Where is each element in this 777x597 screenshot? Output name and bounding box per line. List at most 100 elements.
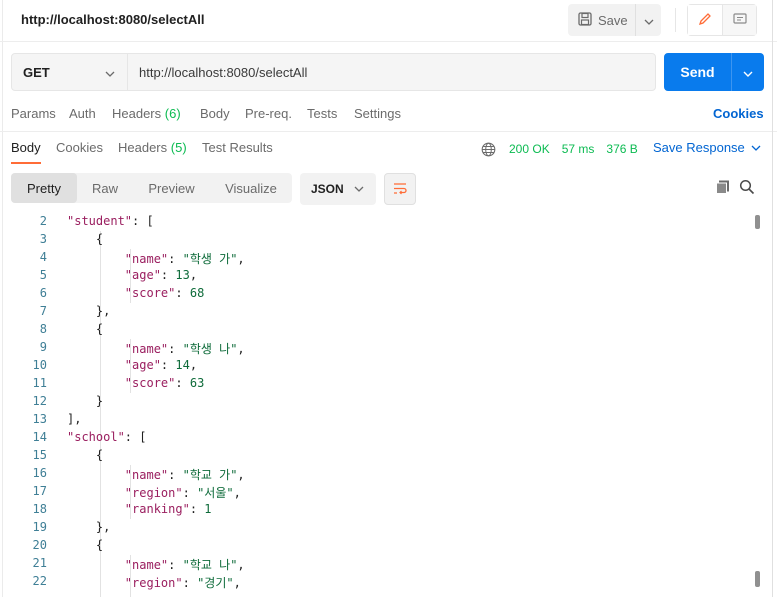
response-body-editor[interactable]: 2 "student": [3 {4 "name": "학생 가", 5 "age"… [0,213,777,597]
scrollbar-thumb-bottom[interactable] [755,571,760,587]
response-status-area: 200 OK 57 ms 376 B [481,140,638,158]
copy-icon[interactable] [715,179,731,195]
code-text: "name": "학생 가", [124,252,245,266]
response-tab-test-results[interactable]: Test Results [202,140,273,155]
line-number: 21 [32,556,47,570]
wrap-lines-button[interactable] [384,173,416,205]
code-text: "ranking": 1 [124,502,212,516]
search-icon[interactable] [739,179,755,195]
chevron-down-icon [354,186,364,192]
line-number: 3 [39,232,47,246]
scrollbar-thumb-top[interactable] [755,215,760,229]
code-text: ], [67,412,82,426]
code-line: 11 "score": 63 [0,376,760,394]
status-code[interactable]: 200 OK [509,142,550,156]
response-tab-body[interactable]: Body [11,140,41,155]
code-line: 16 "name": "학교 가", [0,466,760,484]
code-text: { [95,232,104,246]
tab-auth[interactable]: Auth [69,106,96,121]
response-time[interactable]: 57 ms [562,142,595,156]
send-options-button[interactable] [731,53,764,91]
response-tab-headers-label: Headers [118,140,168,155]
code-line: 5 "age": 13, [0,268,760,286]
save-response-label: Save Response [653,140,745,155]
code-text: "name": "학생 나", [124,342,245,356]
method-select[interactable]: GET [12,54,128,90]
format-select[interactable]: JSON [300,173,376,205]
line-number: 18 [32,502,47,516]
method-label: GET [23,64,50,80]
code-line: 2 "student": [ [0,214,760,232]
line-number: 6 [39,286,47,300]
code-line: 17 "region": "서울", [0,484,760,502]
globe-icon[interactable] [481,142,496,157]
view-preview[interactable]: Preview [133,173,210,203]
line-number: 9 [39,340,47,354]
view-visualize[interactable]: Visualize [210,173,292,203]
active-tab-indicator [11,162,41,164]
editor-scrollbar[interactable] [755,215,760,589]
comment-icon [732,12,747,29]
url-input[interactable] [128,54,655,90]
send-button-group: Send [664,53,764,91]
send-button[interactable]: Send [664,53,731,91]
tab-tests[interactable]: Tests [307,106,337,121]
code-text: }, [95,520,111,534]
request-url-bar: GET [11,53,656,91]
line-number: 11 [32,376,47,390]
code-line: 19 }, [0,520,760,538]
line-number: 13 [32,412,47,426]
save-button[interactable]: Save [568,4,635,36]
response-tabs: Body Cookies Headers (5) Test Results 20… [0,140,777,164]
request-title[interactable]: http://localhost:8080/selectAll [21,12,205,27]
code-text: }, [95,304,111,318]
code-line: 9 "name": "학생 나", [0,340,760,358]
tab-prerequest[interactable]: Pre-req. [245,106,292,121]
line-number: 14 [32,430,47,444]
line-number: 19 [32,520,47,534]
code-text: "age": 13, [124,268,198,282]
line-number: 5 [39,268,47,282]
save-options-button[interactable] [635,4,661,36]
line-number: 22 [32,574,47,588]
edit-button[interactable] [688,5,722,35]
code-text: { [95,322,104,336]
code-line: 15 { [0,448,760,466]
code-line: 22 "region": "경기", [0,574,760,592]
toolbar-divider [675,8,676,32]
tab-params[interactable]: Params [11,106,56,121]
comments-button[interactable] [722,5,756,35]
save-response-button[interactable]: Save Response [653,140,761,155]
line-number: 7 [39,304,47,318]
code-line: 4 "name": "학생 가", [0,250,760,268]
save-button-group: Save [568,4,661,36]
line-number: 20 [32,538,47,552]
code-line: 13], [0,412,760,430]
line-number: 15 [32,448,47,462]
code-line: 21 "name": "학교 나", [0,556,760,574]
code-text: "name": "학교 나", [124,558,245,572]
code-text: "score": 68 [124,286,205,300]
line-number: 8 [39,322,47,336]
save-icon [578,11,592,29]
line-number: 16 [32,466,47,480]
code-line: 6 "score": 68 [0,286,760,304]
tab-settings[interactable]: Settings [354,106,401,121]
response-tab-headers[interactable]: Headers (5) [118,140,187,155]
code-line: 3 { [0,232,760,250]
tab-headers-label: Headers [112,106,162,121]
view-pretty[interactable]: Pretty [11,173,77,203]
chevron-down-icon [751,145,761,151]
response-size[interactable]: 376 B [606,142,637,156]
format-label: JSON [311,182,344,196]
code-text: "student": [ [67,214,154,228]
response-tools [715,179,755,195]
code-text: "school": [ [67,430,147,444]
response-tab-cookies[interactable]: Cookies [56,140,103,155]
view-raw[interactable]: Raw [77,173,133,203]
cookies-link[interactable]: Cookies [713,106,764,121]
request-title-bar: http://localhost:8080/selectAll Save [0,0,777,42]
code-line: 14 "school": [ [0,430,760,448]
tab-headers[interactable]: Headers (6) [112,106,181,121]
tab-body[interactable]: Body [200,106,230,121]
